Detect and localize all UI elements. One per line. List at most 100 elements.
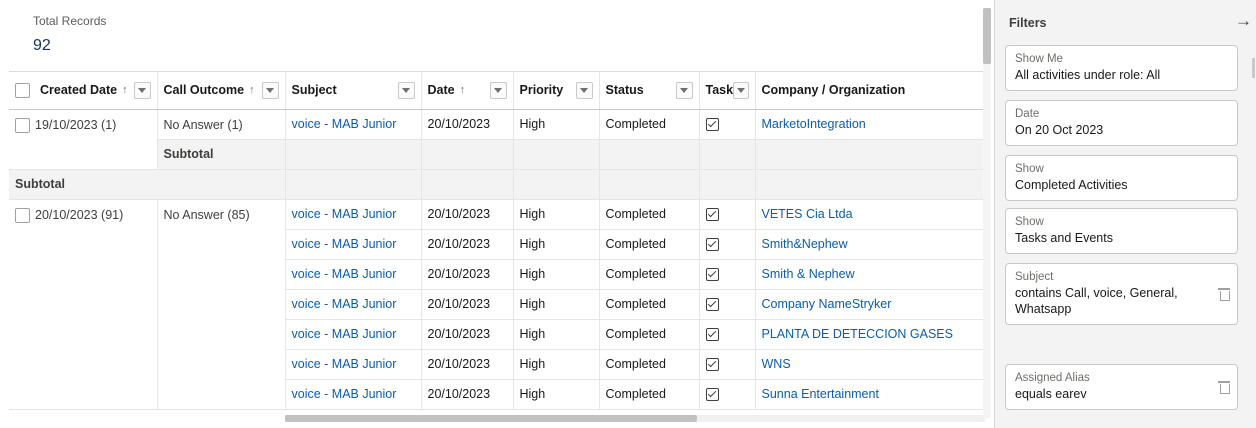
panel-edge-handle[interactable]	[1252, 58, 1255, 78]
priority-cell: High	[513, 289, 600, 320]
date-cell: 20/10/2023	[421, 379, 514, 410]
created-date-group: 19/10/2023 (1)	[9, 109, 158, 170]
column-header-7[interactable]: Company / Organization	[755, 72, 984, 110]
subtotal-cell	[599, 139, 700, 170]
inner-subtotal-label: Subtotal	[157, 139, 286, 170]
chevron-down-icon[interactable]	[261, 81, 279, 99]
checkbox-checked-icon	[705, 358, 719, 372]
subject-link[interactable]: voice - MAB Junior	[285, 319, 422, 350]
arrow-up-icon[interactable]: ↑	[460, 84, 466, 96]
vertical-scroll-thumb[interactable]	[983, 8, 991, 64]
filter-label: Date	[1015, 108, 1040, 120]
group-checkbox[interactable]	[15, 207, 30, 223]
filter-card[interactable]: Assigned Alias equals earev	[1005, 364, 1238, 410]
subject-link[interactable]: voice - MAB Junior	[285, 289, 422, 320]
filter-card[interactable]: Show Tasks and Events	[1005, 208, 1238, 254]
date-cell: 20/10/2023	[421, 289, 514, 320]
subtotal-cell	[599, 169, 700, 200]
report-table: Created Date ↑ Call Outcome ↑ Subject Date ↑ Pr…	[9, 72, 984, 410]
task-cell	[699, 319, 756, 350]
created-date-group: 20/10/2023 (91)	[9, 198, 158, 410]
created-date-group-label: 19/10/2023 (1)	[35, 117, 117, 132]
priority-cell: High	[513, 319, 600, 350]
horizontal-scroll-thumb[interactable]	[285, 415, 697, 422]
filter-card[interactable]: Show Me All activities under role: All	[1005, 45, 1238, 91]
filter-value: Tasks and Events	[1015, 231, 1113, 245]
company-link[interactable]: Smith & Nephew	[755, 259, 984, 290]
trash-icon[interactable]	[1218, 381, 1230, 394]
status-cell: Completed	[599, 349, 700, 380]
subtotal-cell	[421, 139, 514, 170]
company-link[interactable]: Company NameStryker	[755, 289, 984, 320]
trash-icon[interactable]	[1218, 288, 1230, 301]
status-cell: Completed	[599, 319, 700, 350]
filter-value: Completed Activities	[1015, 178, 1128, 192]
company-link[interactable]: VETES Cia Ltda	[755, 198, 984, 230]
column-header-5[interactable]: Status	[599, 72, 700, 110]
column-label: Priority	[519, 83, 564, 98]
filter-card[interactable]: Subject contains Call, voice, General, Wh…	[1005, 263, 1238, 325]
report-grid: Created Date ↑ Call Outcome ↑ Subject Date ↑ Pr…	[9, 71, 984, 423]
column-label: Date	[427, 83, 455, 98]
chevron-down-icon[interactable]	[489, 81, 507, 99]
subtotal-cell	[755, 139, 984, 170]
subject-link[interactable]: voice - MAB Junior	[285, 379, 422, 410]
date-cell: 20/10/2023	[421, 349, 514, 380]
status-cell: Completed	[599, 289, 700, 320]
subtotal-cell	[699, 169, 756, 200]
report-area: Total Records 92 Created Date ↑ Call Outco…	[0, 0, 992, 428]
chevron-down-icon[interactable]	[675, 81, 693, 99]
chevron-down-icon[interactable]	[397, 81, 415, 99]
company-link[interactable]: PLANTA DE DETECCION GASES	[755, 319, 984, 350]
priority-cell: High	[513, 259, 600, 290]
subject-link[interactable]: voice - MAB Junior	[285, 109, 422, 140]
chevron-down-icon[interactable]	[133, 81, 151, 99]
date-cell: 20/10/2023	[421, 198, 514, 230]
subject-link[interactable]: voice - MAB Junior	[285, 259, 422, 290]
subject-link[interactable]: voice - MAB Junior	[285, 229, 422, 260]
subtotal-cell	[421, 169, 514, 200]
total-records-label: Total Records	[33, 14, 107, 28]
company-link[interactable]: Sunna Entertainment	[755, 379, 984, 410]
filter-card[interactable]: Show Completed Activities	[1005, 155, 1238, 201]
column-header-6[interactable]: Task	[699, 72, 756, 110]
subtotal-cell	[513, 169, 600, 200]
filter-value: All activities under role: All	[1015, 68, 1161, 82]
checkbox-checked-icon	[705, 118, 719, 132]
subject-link[interactable]: voice - MAB Junior	[285, 349, 422, 380]
company-link[interactable]: MarketoIntegration	[755, 109, 984, 140]
arrow-up-icon[interactable]: ↑	[122, 84, 128, 96]
checkbox-checked-icon	[705, 208, 719, 222]
created-date-group-label: 20/10/2023 (91)	[35, 207, 124, 222]
column-header-2[interactable]: Subject	[285, 72, 422, 110]
select-all-checkbox[interactable]	[15, 82, 30, 98]
subtotal-cell	[513, 139, 600, 170]
subject-link[interactable]: voice - MAB Junior	[285, 198, 422, 230]
horizontal-scrollbar[interactable]	[285, 415, 985, 422]
column-header-0[interactable]: Created Date ↑	[9, 72, 158, 110]
chevron-down-icon[interactable]	[733, 81, 749, 99]
arrow-up-icon[interactable]: ↑	[249, 84, 255, 96]
column-header-4[interactable]: Priority	[513, 72, 600, 110]
column-header-3[interactable]: Date ↑	[421, 72, 514, 110]
filter-value: contains Call, voice, General, Whatsapp	[1015, 286, 1178, 316]
date-cell: 20/10/2023	[421, 229, 514, 260]
arrow-right-icon[interactable]: →	[1235, 11, 1252, 31]
priority-cell: High	[513, 379, 600, 410]
task-cell	[699, 109, 756, 140]
total-records-value: 92	[33, 37, 51, 54]
call-outcome-group-label: No Answer (85)	[163, 207, 250, 222]
company-link[interactable]: Smith&Nephew	[755, 229, 984, 260]
filter-label: Subject	[1015, 271, 1054, 283]
priority-cell: High	[513, 109, 600, 140]
date-cell: 20/10/2023	[421, 319, 514, 350]
filter-card[interactable]: Date On 20 Oct 2023	[1005, 100, 1238, 146]
group-checkbox[interactable]	[15, 117, 30, 133]
filter-label: Show	[1015, 163, 1044, 175]
priority-cell: High	[513, 198, 600, 230]
company-link[interactable]: WNS	[755, 349, 984, 380]
vertical-scrollbar[interactable]	[983, 8, 991, 418]
chevron-down-icon[interactable]	[575, 81, 593, 99]
column-header-1[interactable]: Call Outcome ↑	[157, 72, 286, 110]
task-cell	[699, 229, 756, 260]
